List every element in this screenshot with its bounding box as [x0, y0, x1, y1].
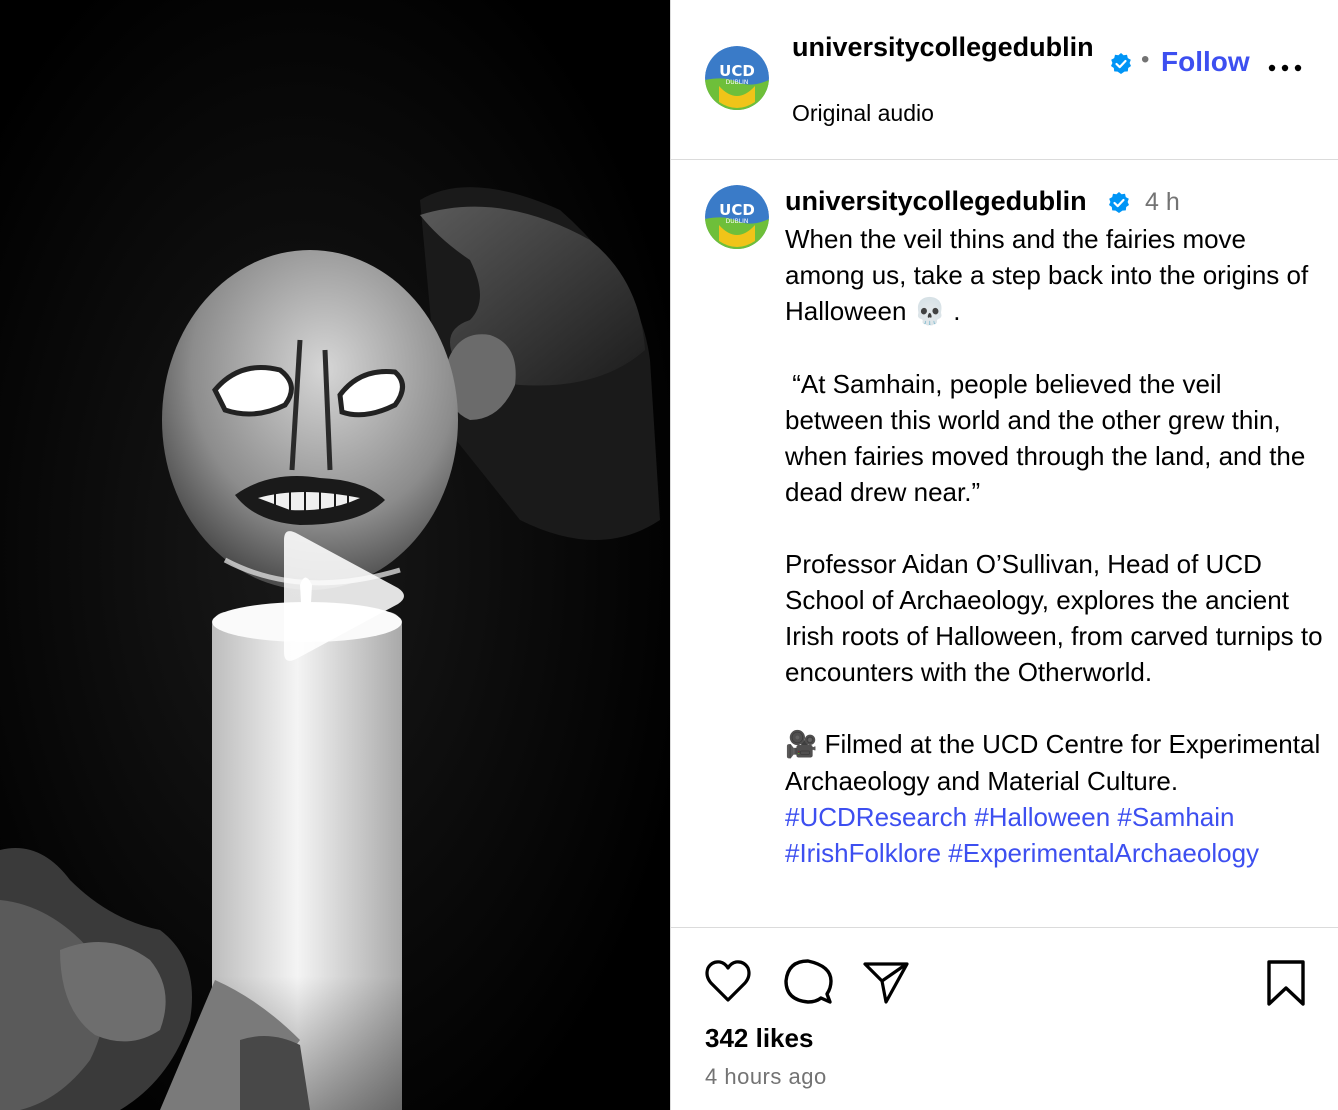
avatar[interactable]: UCD DUBLIN [705, 46, 769, 110]
hashtag-link[interactable]: #Samhain [1117, 802, 1234, 832]
likes-count[interactable]: 342 likes [705, 1023, 813, 1054]
hashtag-link[interactable]: #Halloween [974, 802, 1110, 832]
caption-intro: When the veil thins and the fairies move… [785, 221, 1325, 330]
ucd-logo-icon: UCD DUBLIN [705, 185, 769, 249]
caption-avatar[interactable]: UCD DUBLIN [705, 185, 769, 249]
verified-badge-icon [1111, 53, 1131, 74]
caption-filmed: 🎥 Filmed at the UCD Centre for Experimen… [785, 726, 1325, 871]
caption-quote: “At Samhain, people believed the veil be… [785, 369, 1313, 507]
comment-icon[interactable] [783, 956, 833, 1006]
skull-emoji-icon: 💀 [913, 297, 947, 327]
caption-filmed-text: Filmed at the UCD Centre for Experimenta… [785, 729, 1327, 796]
post-header: UCD DUBLIN universitycollegedublin • Fol… [671, 0, 1338, 160]
svg-text:UCD: UCD [719, 201, 755, 219]
svg-text:UCD: UCD [719, 62, 755, 80]
svg-text:DUBLIN: DUBLIN [726, 79, 749, 86]
separator-dot: • [1141, 46, 1150, 73]
ucd-logo-icon: UCD DUBLIN [705, 46, 769, 110]
caption-section: UCD DUBLIN universitycollegedublin 4 h W… [671, 161, 1338, 927]
caption-username[interactable]: universitycollegedublin [785, 186, 1087, 217]
follow-button[interactable]: Follow [1161, 46, 1250, 78]
caption-text: When the veil thins and the fairies move… [785, 221, 1325, 871]
hashtag-link[interactable]: #UCDResearch [785, 802, 967, 832]
caption-professor: Professor Aidan O’Sullivan, Head of UCD … [785, 549, 1323, 687]
post-timestamp[interactable]: 4 hours ago [705, 1064, 827, 1090]
line-break [785, 510, 1325, 546]
send-icon[interactable] [861, 956, 911, 1006]
reel-video[interactable] [0, 0, 670, 1110]
svg-text:DUBLIN: DUBLIN [726, 218, 749, 225]
caption-intro-text: When the veil thins and the fairies move… [785, 224, 1309, 326]
verified-badge-icon [1109, 192, 1129, 213]
caption-intro-end: . [946, 296, 961, 326]
original-audio-link[interactable]: Original audio [792, 100, 934, 127]
post-side-panel: UCD DUBLIN universitycollegedublin • Fol… [670, 0, 1338, 1110]
account-username[interactable]: universitycollegedublin [792, 30, 1097, 64]
movie-camera-emoji-icon: 🎥 [785, 730, 818, 760]
line-break [785, 330, 1325, 366]
play-icon[interactable] [272, 526, 412, 666]
instagram-post: UCD DUBLIN universitycollegedublin • Fol… [0, 0, 1338, 1110]
hashtag-link[interactable]: #IrishFolklore [785, 838, 941, 868]
post-actions: 342 likes 4 hours ago [671, 927, 1338, 1110]
hashtag-link[interactable]: #ExperimentalArchaeology [948, 838, 1259, 868]
line-break [785, 690, 1325, 726]
bookmark-icon[interactable] [1261, 958, 1311, 1008]
post-time[interactable]: 4 h [1145, 188, 1180, 217]
heart-icon[interactable] [703, 956, 753, 1006]
more-icon[interactable] [1267, 62, 1303, 74]
